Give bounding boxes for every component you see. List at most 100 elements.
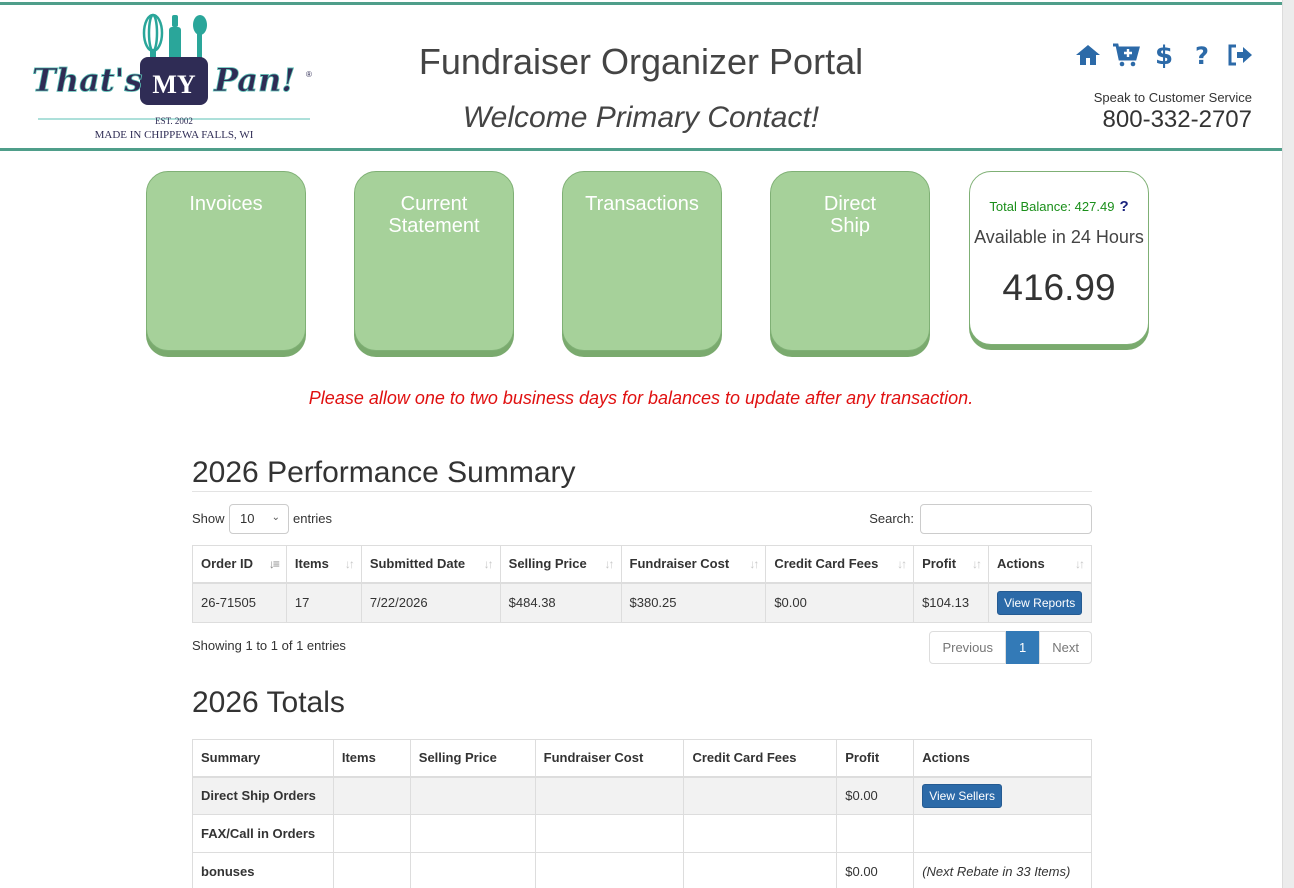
- cell-profit: $0.00: [836, 776, 915, 815]
- table-controls: Show 10 ⌄ entries Search:: [192, 504, 1092, 534]
- cell-fundraiser-cost: $380.25: [620, 582, 767, 623]
- sort-icon: ↓↑: [1075, 557, 1085, 571]
- col-fundraiser-cost[interactable]: Fundraiser Cost ↓↑: [620, 545, 767, 584]
- pagination-page-1[interactable]: 1: [1006, 631, 1040, 664]
- welcome-message: Welcome Primary Contact!: [462, 101, 820, 134]
- cell-rebate-note: (Next Rebate in 33 Items): [913, 852, 1092, 888]
- col-summary: Summary: [192, 739, 334, 778]
- table-row: bonuses $0.00 (Next Rebate in 33 Items): [192, 852, 1092, 888]
- site-header: MY That's Pan! ® EST. 2002 MADE IN CHIPP…: [0, 2, 1282, 151]
- performance-table: Order ID ↓≡ Items ↓↑ Submitted Date ↓↑ Sell…: [192, 545, 1092, 623]
- scrollbar-track[interactable]: [1282, 0, 1294, 888]
- col-items: Items: [332, 739, 411, 778]
- home-icon[interactable]: [1074, 41, 1102, 69]
- sort-icon: ↓↑: [604, 557, 615, 571]
- col-profit[interactable]: Profit ↓↑: [913, 545, 990, 584]
- tile-direct-ship-label-1: Direct: [823, 193, 877, 215]
- performance-section: 2026 Performance Summary: [192, 458, 1092, 492]
- performance-header-row: Order ID ↓≡ Items ↓↑ Submitted Date ↓↑ Sell…: [192, 545, 1092, 584]
- pagination-previous[interactable]: Previous: [929, 631, 1007, 664]
- customer-service-phone[interactable]: 800-332-2707: [1103, 106, 1252, 134]
- col-label: Profit: [922, 556, 957, 572]
- svg-text:$: $: [1155, 41, 1173, 69]
- cell-order-id: 26-71505: [192, 582, 287, 623]
- col-selling-price: Selling Price: [409, 739, 536, 778]
- cell-profit: [836, 814, 915, 853]
- col-order-id[interactable]: Order ID ↓≡: [192, 545, 287, 584]
- col-profit: Profit: [836, 739, 915, 778]
- available-label: Available in 24 Hours: [974, 227, 1144, 247]
- entries-label: entries: [293, 511, 333, 526]
- entries-select[interactable]: 10 ⌄: [229, 504, 289, 534]
- col-label: Fundraiser Cost: [629, 556, 730, 572]
- col-credit-card-fees[interactable]: Credit Card Fees ↓↑: [765, 545, 915, 584]
- view-reports-button[interactable]: View Reports: [997, 590, 1083, 615]
- question-icon[interactable]: ?: [1188, 41, 1216, 69]
- col-selling-price[interactable]: Selling Price ↓↑: [499, 545, 622, 584]
- cell-credit-card-fees: [683, 776, 838, 815]
- search-input[interactable]: [920, 504, 1092, 534]
- page: MY That's Pan! ® EST. 2002 MADE IN CHIPP…: [0, 0, 1282, 888]
- balance-tile: Total Balance: 427.49 ? Available in 24 …: [969, 171, 1149, 345]
- cell-summary: Direct Ship Orders: [192, 776, 334, 815]
- table-row: 26-71505 17 7/22/2026 $484.38 $380.25 $0…: [192, 582, 1092, 623]
- available-balance: 416.99: [1002, 267, 1116, 308]
- tile-transactions[interactable]: Transactions: [562, 171, 722, 351]
- cell-credit-card-fees: [683, 852, 838, 888]
- cell-selling-price: [409, 776, 536, 815]
- balance-notice: Please allow one to two business days fo…: [308, 388, 974, 408]
- tile-current-statement[interactable]: Current Statement: [354, 171, 514, 351]
- cell-profit: $104.13: [913, 582, 990, 623]
- cell-summary: bonuses: [192, 852, 334, 888]
- cell-fundraiser-cost: [534, 814, 685, 853]
- sort-asc-icon: ↓≡: [268, 557, 280, 571]
- total-balance-label: Total Balance: 427.49: [989, 199, 1115, 214]
- search-label: Search:: [869, 511, 914, 526]
- col-label: Items: [294, 556, 329, 572]
- cell-selling-price: [409, 852, 536, 888]
- sort-icon: ↓↑: [972, 557, 982, 571]
- col-actions[interactable]: Actions ↓↑: [988, 545, 1092, 584]
- svg-text:?: ?: [1195, 42, 1209, 69]
- col-label: Submitted Date: [369, 556, 466, 572]
- tile-invoices[interactable]: Invoices: [146, 171, 306, 351]
- dollar-icon[interactable]: $: [1150, 41, 1178, 69]
- col-submitted-date[interactable]: Submitted Date ↓↑: [360, 545, 501, 584]
- customer-service-label: Speak to Customer Service: [1093, 90, 1252, 105]
- cart-plus-icon[interactable]: [1112, 41, 1140, 69]
- totals-title: 2026 Totals: [192, 686, 345, 719]
- tile-current-statement-label-1: Current: [400, 193, 468, 215]
- cell-fundraiser-cost: [534, 776, 685, 815]
- col-label: Order ID: [201, 556, 254, 572]
- col-label: Credit Card Fees: [774, 556, 879, 572]
- col-fundraiser-cost: Fundraiser Cost: [534, 739, 685, 778]
- totals-section: 2026 Totals: [192, 688, 1092, 722]
- cell-credit-card-fees: [683, 814, 838, 853]
- pagination-next[interactable]: Next: [1039, 631, 1092, 664]
- header-icon-bar: $ ?: [1074, 41, 1254, 69]
- cell-selling-price: [409, 814, 536, 853]
- sort-icon: ↓↑: [897, 557, 907, 571]
- cell-profit: $0.00: [836, 852, 915, 888]
- cell-actions: View Reports: [988, 582, 1092, 623]
- totals-table: Summary Items Selling Price Fundraiser C…: [192, 739, 1092, 888]
- cell-fundraiser-cost: [534, 852, 685, 888]
- performance-title: 2026 Performance Summary: [192, 458, 1092, 492]
- balance-help-icon[interactable]: ?: [1119, 198, 1128, 215]
- total-balance: Total Balance: 427.49 ?: [970, 198, 1148, 215]
- col-credit-card-fees: Credit Card Fees: [683, 739, 838, 778]
- col-items[interactable]: Items ↓↑: [285, 545, 362, 584]
- tile-direct-ship[interactable]: Direct Ship: [770, 171, 930, 351]
- tile-transactions-label: Transactions: [585, 193, 699, 215]
- table-row: Direct Ship Orders $0.00 View Sellers: [192, 776, 1092, 815]
- cell-items: [332, 776, 411, 815]
- view-sellers-button[interactable]: View Sellers: [922, 783, 1002, 808]
- col-label: Actions: [997, 556, 1045, 572]
- sort-icon: ↓↑: [483, 557, 494, 571]
- cell-summary: FAX/Call in Orders: [192, 814, 334, 853]
- entries-select-value: 10: [240, 511, 255, 526]
- sign-out-icon[interactable]: [1226, 41, 1254, 69]
- cell-items: [332, 814, 411, 853]
- show-label: Show: [192, 511, 225, 526]
- cell-credit-card-fees: $0.00: [765, 582, 915, 623]
